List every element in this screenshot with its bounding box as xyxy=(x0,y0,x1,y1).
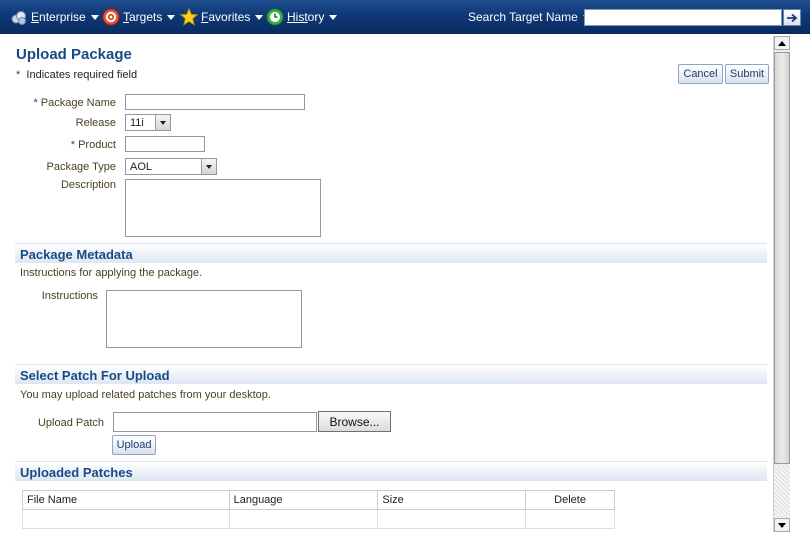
package-name-input[interactable] xyxy=(125,94,305,110)
targets-icon xyxy=(102,8,120,26)
uploaded-patches-header: Uploaded Patches xyxy=(15,461,767,481)
menu-favorites[interactable]: Favorites xyxy=(179,7,264,26)
enterprise-icon xyxy=(10,8,28,26)
package-type-label: Package Type xyxy=(46,161,116,173)
search-go-button[interactable] xyxy=(783,9,801,26)
scroll-thumb[interactable] xyxy=(774,52,790,464)
instructions-label: Instructions xyxy=(41,290,98,302)
table-cell xyxy=(228,509,379,529)
package-metadata-header: Package Metadata xyxy=(15,243,767,263)
history-icon xyxy=(266,8,284,26)
dropdown-arrow-icon xyxy=(155,115,170,130)
main-content: Upload Package * Indicates required fiel… xyxy=(7,34,772,537)
select-patch-note: You may upload related patches from your… xyxy=(20,389,271,401)
column-header-file-name[interactable]: File Name xyxy=(22,490,230,510)
submit-button[interactable]: Submit xyxy=(725,64,769,84)
menu-enterprise[interactable]: Enterprise xyxy=(10,8,99,26)
global-navigation-bar: Enterprise Targets Favorites History Sea… xyxy=(0,0,810,34)
menu-history[interactable]: History xyxy=(266,8,338,26)
scroll-down-arrow-icon[interactable] xyxy=(774,518,790,532)
vertical-scrollbar[interactable] xyxy=(773,36,790,532)
column-header-delete[interactable]: Delete xyxy=(525,490,615,510)
table-row xyxy=(22,509,615,529)
table-cell xyxy=(525,509,615,529)
chevron-down-icon xyxy=(90,15,99,20)
upload-patch-file-input[interactable] xyxy=(113,412,317,432)
release-select[interactable]: 11i xyxy=(125,114,171,131)
chevron-down-icon xyxy=(167,15,176,20)
table-header-row: File Name Language Size Delete xyxy=(22,490,615,510)
required-field-note: * Indicates required field xyxy=(16,69,138,81)
release-label: Release xyxy=(75,117,116,129)
arrow-right-icon xyxy=(787,13,798,22)
package-metadata-note: Instructions for applying the package. xyxy=(20,267,203,279)
scroll-up-arrow-icon[interactable] xyxy=(774,36,790,50)
description-textarea[interactable] xyxy=(125,179,321,237)
upload-button[interactable]: Upload xyxy=(112,435,156,455)
favorites-star-icon xyxy=(179,7,199,26)
product-label: * Product xyxy=(70,139,116,151)
package-type-select[interactable]: AOL xyxy=(125,158,217,175)
browse-button[interactable]: Browse... xyxy=(318,411,391,432)
column-header-language[interactable]: Language xyxy=(228,490,379,510)
menu-targets[interactable]: Targets xyxy=(102,8,176,26)
chevron-down-icon xyxy=(255,15,264,20)
uploaded-patches-table: File Name Language Size Delete xyxy=(22,490,615,529)
chevron-down-icon xyxy=(329,15,338,20)
search-target-input[interactable] xyxy=(584,9,782,26)
instructions-textarea[interactable] xyxy=(106,290,302,348)
table-cell xyxy=(22,509,230,529)
cancel-button[interactable]: Cancel xyxy=(678,64,723,84)
upload-patch-label: Upload Patch xyxy=(37,417,104,429)
dropdown-arrow-icon xyxy=(201,159,216,174)
scroll-track[interactable] xyxy=(774,466,790,518)
description-label: Description xyxy=(60,179,116,191)
package-name-label: * Package Name xyxy=(33,97,116,109)
table-cell xyxy=(377,509,527,529)
page-title: Upload Package xyxy=(16,46,132,63)
product-input[interactable] xyxy=(125,136,205,152)
search-target-type-dropdown[interactable]: Search Target Name xyxy=(468,10,591,24)
column-header-size[interactable]: Size xyxy=(377,490,527,510)
select-patch-header: Select Patch For Upload xyxy=(15,364,767,384)
